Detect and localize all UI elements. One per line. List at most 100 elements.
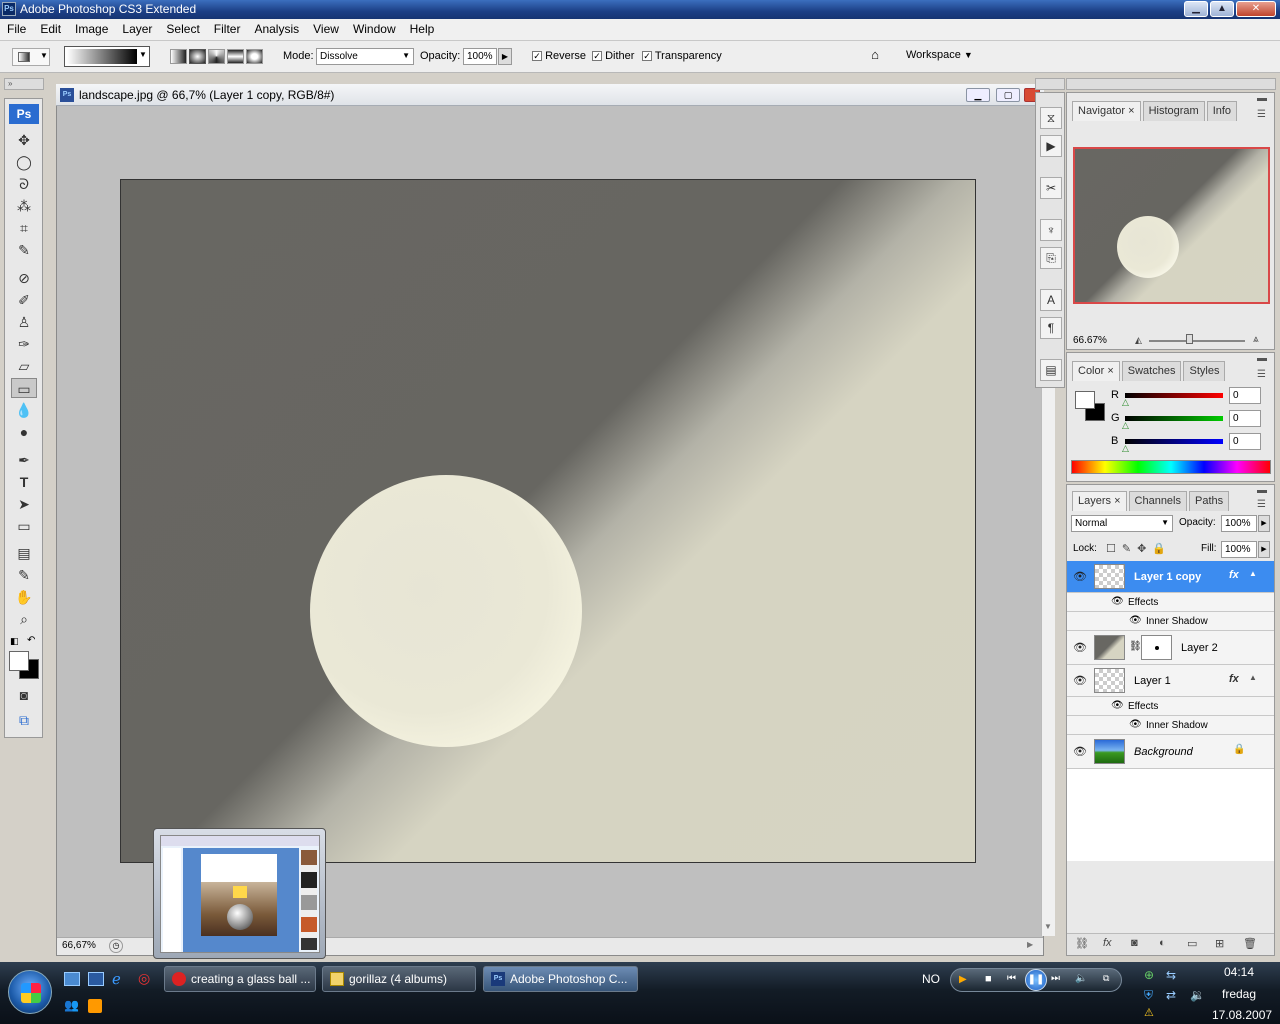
history-panel-icon[interactable]: ⧖ [1040, 107, 1062, 129]
menu-analysis[interactable]: Analysis [247, 19, 306, 36]
inner-shadow-row[interactable]: 👁 Inner Shadow [1067, 612, 1274, 631]
r-slider[interactable] [1125, 393, 1223, 398]
crop-tool-icon[interactable]: ⌗ [11, 218, 37, 238]
opacity-slider-button[interactable]: ▶ [1258, 515, 1270, 532]
linear-gradient-button[interactable] [170, 49, 187, 64]
volume-icon[interactable]: 🔈 [1075, 973, 1087, 984]
maximize-button[interactable]: ▲ [1210, 1, 1234, 17]
scroll-down-icon[interactable]: ▼ [1044, 922, 1052, 931]
next-icon[interactable]: ⏭ [1051, 973, 1060, 984]
notes-tool-icon[interactable]: ▤ [11, 543, 37, 563]
ps-logo[interactable]: Ps [9, 104, 39, 124]
close-button[interactable]: ✕ [1236, 1, 1276, 17]
tab-info[interactable]: Info [1206, 101, 1238, 121]
add-mask-icon[interactable]: ◙ [1131, 937, 1138, 949]
gradient-tool-icon[interactable]: ▭ [11, 378, 37, 398]
g-slider[interactable] [1125, 416, 1223, 421]
healing-brush-tool-icon[interactable]: ⊘ [11, 268, 37, 288]
layer-comps-icon[interactable]: ▤ [1040, 359, 1062, 381]
menu-window[interactable]: Window [346, 19, 403, 36]
panel-menu-icon[interactable]: ☰ [1257, 109, 1266, 120]
menu-image[interactable]: Image [68, 19, 115, 36]
tab-color[interactable]: Color × [1072, 361, 1120, 381]
image-canvas[interactable] [120, 179, 976, 863]
reverse-checkbox[interactable]: ✓ [532, 51, 542, 62]
zoom-in-icon[interactable]: ⩓ [1253, 334, 1259, 345]
effects-row[interactable]: 👁 Effects [1067, 697, 1274, 716]
clone-stamp-tool-icon[interactable]: ♙ [11, 312, 37, 332]
visibility-eye-icon[interactable]: 👁 [1073, 745, 1087, 758]
hand-tool-icon[interactable]: ✋ [11, 587, 37, 607]
restore-player-icon[interactable]: ⧉ [1103, 973, 1109, 984]
panel-column-header[interactable] [1066, 78, 1276, 90]
messenger-icon[interactable]: 👥 [64, 998, 79, 1012]
dither-option[interactable]: ✓ Dither [592, 50, 634, 62]
brush-tool-icon[interactable]: ✐ [11, 290, 37, 310]
magic-wand-tool-icon[interactable]: ⁂ [11, 196, 37, 216]
menu-edit[interactable]: Edit [33, 19, 68, 36]
switch-windows-icon[interactable] [88, 972, 104, 986]
collapse-effects-icon[interactable]: ▲ [1249, 569, 1257, 578]
minimize-button[interactable]: ▁ [1184, 1, 1208, 17]
clock-time[interactable]: 04:14 [1224, 965, 1254, 979]
zoom-tool-icon[interactable]: ⌕ [11, 609, 37, 629]
status-info-icon[interactable]: ◷ [109, 939, 123, 953]
alert-icon[interactable]: ⚠ [1144, 1006, 1154, 1019]
bridge-icon[interactable]: ⌂ [862, 47, 888, 67]
panel-menu-icon[interactable]: ☰ [1257, 369, 1266, 380]
link-layers-icon[interactable]: ⛓ [1075, 937, 1089, 950]
brushes-panel-icon[interactable]: ♆ [1040, 219, 1062, 241]
dock-strip-header[interactable] [1035, 78, 1065, 90]
visibility-eye-icon[interactable]: 👁 [1073, 570, 1087, 583]
tool-preset-picker[interactable]: ▼ [12, 48, 50, 66]
tab-styles[interactable]: Styles [1183, 361, 1226, 381]
default-colors-icon[interactable]: ◧ [10, 636, 19, 647]
mask-link-icon[interactable]: ⛓ [1129, 641, 1142, 652]
toolbox-header[interactable]: » [4, 78, 44, 90]
task-photoshop[interactable]: Adobe Photoshop C... [483, 966, 638, 992]
blur-tool-icon[interactable]: 💧 [11, 400, 37, 420]
reflected-gradient-button[interactable] [227, 49, 244, 64]
panel-menu-icon[interactable]: ☰ [1257, 499, 1266, 510]
tab-navigator[interactable]: Navigator × [1072, 101, 1141, 121]
slice-tool-icon[interactable]: ✎ [11, 240, 37, 260]
show-desktop-icon[interactable] [64, 972, 80, 986]
color-spectrum-ramp[interactable] [1071, 460, 1271, 474]
effect-eye-icon[interactable]: 👁 [1129, 615, 1142, 626]
navigator-zoom-slider[interactable] [1149, 340, 1245, 342]
r-value-input[interactable]: 0 [1229, 387, 1261, 404]
new-group-icon[interactable]: ▭ [1187, 937, 1197, 950]
swap-colors-icon[interactable]: ↶ [27, 635, 35, 646]
panel-minimize-icon[interactable]: ▬ [1257, 485, 1267, 496]
stop-icon[interactable]: ■ [985, 973, 992, 985]
effects-eye-icon[interactable]: 👁 [1111, 700, 1124, 711]
layer-row-layer-1[interactable]: 👁 Layer 1 fx ▲ [1067, 665, 1274, 697]
g-value-input[interactable]: 0 [1229, 410, 1261, 427]
fill-input[interactable]: 100% [1221, 541, 1257, 558]
history-brush-tool-icon[interactable]: ✑ [11, 334, 37, 354]
previous-icon[interactable]: ⏮ [1007, 973, 1016, 984]
type-tool-icon[interactable]: T [11, 472, 37, 492]
opacity-slider-button[interactable]: ▶ [498, 48, 512, 65]
task-creating-glass-ball[interactable]: creating a glass ball ... [164, 966, 316, 992]
taskbar-thumbnail-preview[interactable] [153, 828, 326, 959]
fx-icon[interactable]: fx [1229, 673, 1239, 685]
dither-checkbox[interactable]: ✓ [592, 51, 602, 62]
zoom-out-icon[interactable]: ◭ [1135, 335, 1142, 346]
screen-mode-icon[interactable]: ⧉ [11, 710, 37, 730]
document-title-bar[interactable]: Ps landscape.jpg @ 66,7% (Layer 1 copy, … [56, 84, 1044, 106]
transparency-checkbox[interactable]: ✓ [642, 51, 652, 62]
menu-filter[interactable]: Filter [207, 19, 248, 36]
tab-histogram[interactable]: Histogram [1142, 101, 1205, 121]
g-slider-handle[interactable]: △ [1122, 420, 1129, 431]
actions-panel-icon[interactable]: ▶ [1040, 135, 1062, 157]
reverse-option[interactable]: ✓ Reverse [532, 50, 586, 62]
r-slider-handle[interactable]: △ [1122, 397, 1129, 408]
mode-select[interactable]: Dissolve ▼ [316, 48, 414, 65]
transparency-option[interactable]: ✓ Transparency [642, 50, 722, 62]
diamond-gradient-button[interactable] [246, 49, 263, 64]
radial-gradient-button[interactable] [189, 49, 206, 64]
color-fg-swatch[interactable] [1075, 391, 1095, 409]
layer-name[interactable]: Layer 1 [1134, 675, 1171, 687]
zoom-slider-handle[interactable] [1186, 334, 1193, 344]
